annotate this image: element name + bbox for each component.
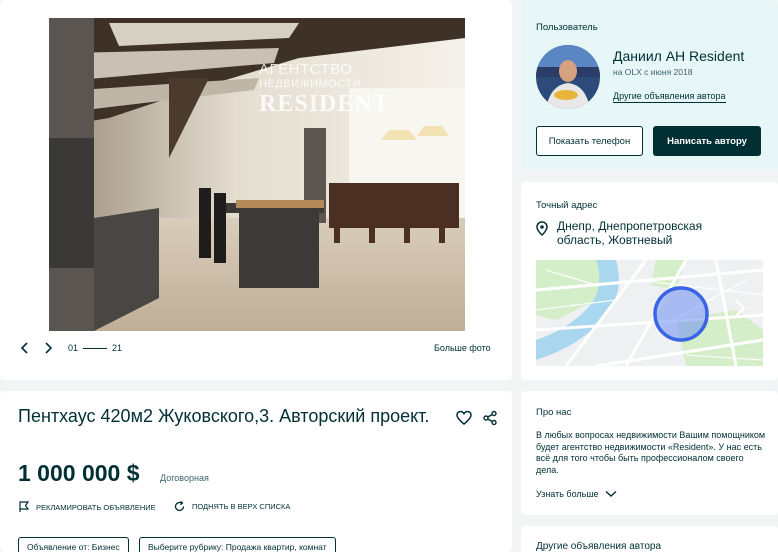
prev-photo-button[interactable]	[16, 339, 32, 357]
show-phone-button[interactable]: Показать телефон	[536, 126, 643, 156]
user-section-label: Пользователь	[536, 22, 598, 33]
listing-title: Пентхаус 420м2 Жуковского,3. Авторский п…	[18, 406, 430, 426]
promote-ad-action[interactable]: РЕКЛАМИРОВАТЬ ОБЪЯВЛЕНИЕ	[19, 501, 156, 513]
photo-counter: 01 21	[68, 343, 122, 353]
photo-counter-total: 21	[112, 343, 123, 353]
promote-ad-label: РЕКЛАМИРОВАТЬ ОБЪЯВЛЕНИЕ	[36, 502, 156, 512]
raise-ad-action[interactable]: ПОДНЯТЬ В ВЕРХ СПИСКА	[174, 501, 290, 512]
flag-icon	[19, 501, 29, 512]
tag-seller-type[interactable]: Объявление от: Бизнес	[18, 537, 129, 552]
learn-more-button[interactable]: Узнать больше	[536, 489, 617, 499]
listing-photo[interactable]: АГЕНТСТВО НЕДВИЖИМОСТИ RESIDENT	[49, 18, 465, 331]
location-map[interactable]	[536, 260, 763, 366]
location-pin-icon	[536, 221, 548, 236]
write-author-button[interactable]: Написать автору	[653, 126, 761, 156]
raise-ad-label: ПОДНЯТЬ В ВЕРХ СПИСКА	[192, 502, 291, 511]
watermark-line-1: АГЕНТСТВО	[259, 61, 353, 78]
user-since: на OLX с июня 2018	[613, 67, 693, 77]
address-card: Точный адрес Днепр, Днепропетровская обл…	[521, 182, 778, 380]
refresh-icon	[174, 501, 185, 512]
address-text: Днепр, Днепропетровская область, Жовтнев…	[557, 219, 703, 247]
photo-gallery: АГЕНТСТВО НЕДВИЖИМОСТИ RESIDENT 01 21 Бо…	[0, 0, 512, 380]
negotiable-label: Договорная	[160, 473, 209, 483]
next-photo-button[interactable]	[41, 339, 57, 357]
tag-category[interactable]: Выберите рубрику: Продажа квартир, комна…	[139, 537, 336, 552]
listing-price: 1 000 000 $	[18, 460, 140, 486]
user-name[interactable]: Даниил АН Resident	[613, 48, 744, 64]
about-text: В любых вопросах недвижимости Вашим помо…	[536, 430, 766, 475]
photo-counter-current: 01	[68, 343, 79, 353]
share-icon	[483, 410, 497, 426]
avatar[interactable]	[536, 45, 600, 109]
user-card: Пользователь Даниил АН Resident на OLX с…	[521, 0, 778, 170]
address-row: Днепр, Днепропетровская область, Жовтнев…	[536, 219, 737, 247]
about-card: Про нас В любых вопросах недвижимости Ва…	[521, 391, 778, 515]
gallery-nav	[16, 339, 57, 357]
about-section-label: Про нас	[536, 407, 572, 418]
other-ads-link[interactable]: Другие объявления автора	[613, 91, 726, 103]
agency-watermark: АГЕНТСТВО НЕДВИЖИМОСТИ RESIDENT	[259, 62, 390, 118]
chevron-left-icon	[20, 342, 28, 354]
favorite-button[interactable]	[456, 410, 472, 426]
chevron-down-icon	[605, 490, 617, 497]
share-button[interactable]	[482, 410, 498, 426]
watermark-line-2: НЕДВИЖИМОСТИ	[259, 78, 361, 90]
address-section-label: Точный адрес	[536, 200, 598, 211]
learn-more-label: Узнать больше	[536, 489, 599, 499]
more-photos-link[interactable]: Больше фото	[434, 343, 491, 353]
other-ads-card: Другие объявления автора	[521, 526, 778, 552]
watermark-line-3: RESIDENT	[259, 91, 390, 117]
counter-divider	[83, 347, 108, 349]
listing-card: Пентхаус 420м2 Жуковского,3. Авторский п…	[0, 391, 512, 552]
heart-icon	[456, 410, 472, 425]
chevron-right-icon	[45, 342, 53, 354]
other-ads-section-label: Другие объявления автора	[536, 541, 662, 552]
